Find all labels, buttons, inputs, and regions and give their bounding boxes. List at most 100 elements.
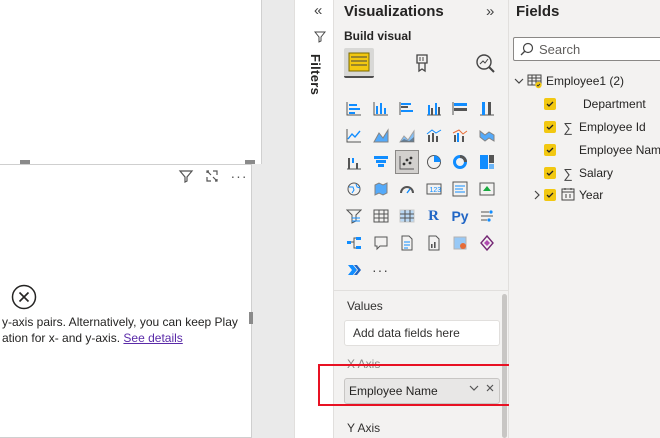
filter-funnel-icon	[313, 30, 327, 48]
kpi-icon[interactable]	[475, 177, 499, 201]
power-automate-flow-icon[interactable]	[342, 258, 366, 282]
100-stacked-bar-chart-icon[interactable]	[448, 96, 472, 120]
clustered-column-chart-icon[interactable]	[422, 96, 446, 120]
qa-icon[interactable]	[369, 231, 393, 255]
expand-pane-icon[interactable]: »	[486, 3, 494, 20]
table-name: Employee1 (2)	[546, 74, 625, 88]
calendar-icon	[560, 187, 576, 204]
chevron-right-icon[interactable]	[532, 190, 542, 200]
field-row-department[interactable]: Department	[544, 94, 646, 114]
slicer-icon[interactable]	[342, 204, 366, 228]
r-visual-icon[interactable]: R	[422, 204, 446, 228]
chevron-down-icon[interactable]	[514, 76, 524, 86]
visualizations-title: Visualizations	[344, 3, 444, 20]
sigma-icon: ∑	[563, 119, 573, 135]
field-row-employee-id[interactable]: ∑ Employee Id	[544, 117, 646, 137]
y-axis-well-label: Y Axis	[347, 421, 381, 435]
fields-search-input[interactable]: Search	[513, 37, 660, 61]
matrix-icon[interactable]	[395, 204, 419, 228]
card-icon[interactable]: 123	[422, 177, 446, 201]
map-icon[interactable]	[342, 177, 366, 201]
key-influencers-icon[interactable]	[475, 204, 499, 228]
stacked-area-chart-icon[interactable]	[395, 123, 419, 147]
search-placeholder: Search	[539, 41, 581, 57]
treemap-icon[interactable]	[475, 150, 499, 174]
field-name: Employee Name	[579, 143, 660, 157]
paginated-report-icon[interactable]	[422, 231, 446, 255]
pane-divider	[334, 290, 509, 291]
pane-scrollbar[interactable]	[502, 294, 507, 438]
analytics-icon[interactable]	[470, 48, 500, 78]
fields-pane: Fields Search Employee1 (2) Department ∑…	[509, 0, 660, 438]
build-visual-label: Build visual	[344, 29, 412, 43]
field-row-employee-name[interactable]: Employee Name	[544, 140, 660, 160]
table-icon	[527, 74, 542, 89]
field-name: Salary	[579, 166, 614, 180]
gauge-icon[interactable]	[395, 177, 419, 201]
clustered-bar-chart-icon[interactable]	[395, 96, 419, 120]
collapse-panes-icon[interactable]: «	[314, 2, 322, 19]
donut-chart-icon[interactable]	[448, 150, 472, 174]
checkbox-checked-icon[interactable]	[544, 144, 556, 156]
table-icon[interactable]	[369, 204, 393, 228]
error-icon	[11, 284, 37, 310]
line-and-stacked-column-icon[interactable]	[422, 123, 446, 147]
report-canvas[interactable]: ··· y-axis pairs. Alternatively, you can…	[0, 0, 294, 438]
line-chart-icon[interactable]	[342, 123, 366, 147]
field-name: Year	[579, 188, 604, 202]
line-and-clustered-column-icon[interactable]	[448, 123, 472, 147]
funnel-chart-icon[interactable]	[369, 150, 393, 174]
area-chart-icon[interactable]	[369, 123, 393, 147]
more-visuals-icon[interactable]: ···	[369, 258, 393, 282]
values-well-label: Values	[347, 299, 383, 313]
sigma-icon: ∑	[563, 165, 573, 181]
error-line-2: ation for x- and y-axis.	[2, 331, 121, 345]
python-visual-icon[interactable]: Py	[448, 204, 472, 228]
x-axis-field-chip[interactable]: Employee Name	[344, 378, 500, 404]
format-visual-icon[interactable]	[407, 48, 437, 78]
100-stacked-column-chart-icon[interactable]	[475, 96, 499, 120]
x-axis-well-label: X Axis	[347, 357, 381, 371]
canvas-blank-area[interactable]	[0, 0, 262, 164]
multi-row-card-icon[interactable]	[448, 177, 472, 201]
checkbox-checked-icon[interactable]	[544, 167, 556, 179]
waterfall-chart-icon[interactable]	[342, 150, 366, 174]
pie-chart-icon[interactable]	[422, 150, 446, 174]
smart-narrative-icon[interactable]	[395, 231, 419, 255]
decomposition-tree-icon[interactable]	[342, 231, 366, 255]
scatter-visual[interactable]	[0, 164, 252, 438]
field-name: Employee Id	[579, 120, 646, 134]
error-line-1: y-axis pairs. Alternatively, you can kee…	[2, 315, 238, 329]
values-drop-zone[interactable]: Add data fields here	[344, 320, 500, 346]
chevron-down-icon[interactable]	[469, 383, 479, 396]
filled-map-icon[interactable]	[369, 177, 393, 201]
checkbox-checked-icon[interactable]	[544, 189, 556, 201]
checkbox-checked-icon[interactable]	[544, 98, 556, 110]
svg-text:123: 123	[429, 187, 441, 194]
ribbon-chart-icon[interactable]	[475, 123, 499, 147]
stacked-bar-chart-icon[interactable]	[342, 96, 366, 120]
see-details-link[interactable]: See details	[123, 331, 182, 345]
canvas-scrollbar[interactable]	[276, 0, 294, 438]
field-row-salary[interactable]: ∑ Salary	[544, 163, 613, 183]
field-name: Department	[583, 97, 646, 111]
filters-pane-collapsed[interactable]: « Filters	[294, 0, 334, 438]
error-message: y-axis pairs. Alternatively, you can kee…	[2, 314, 238, 346]
checkbox-checked-icon[interactable]	[544, 121, 556, 133]
remove-field-icon[interactable]	[485, 383, 495, 396]
filters-label[interactable]: Filters	[308, 54, 323, 95]
visualizations-pane: Visualizations » Build visual 123 R Py ·…	[334, 0, 509, 438]
power-automate-icon[interactable]	[475, 231, 499, 255]
resize-handle[interactable]	[249, 312, 253, 324]
table-node-employee1[interactable]: Employee1 (2)	[514, 71, 624, 91]
search-icon	[520, 42, 534, 56]
filter-icon[interactable]	[175, 165, 197, 187]
build-visual-icon[interactable]	[344, 48, 374, 78]
power-apps-icon[interactable]	[448, 231, 472, 255]
visual-gallery: 123 R Py ···	[342, 96, 502, 285]
scatter-chart-icon[interactable]	[395, 150, 419, 174]
more-options-icon[interactable]: ···	[228, 165, 250, 187]
stacked-column-chart-icon[interactable]	[369, 96, 393, 120]
focus-mode-icon[interactable]	[201, 165, 223, 187]
field-row-year[interactable]: Year	[532, 185, 603, 205]
